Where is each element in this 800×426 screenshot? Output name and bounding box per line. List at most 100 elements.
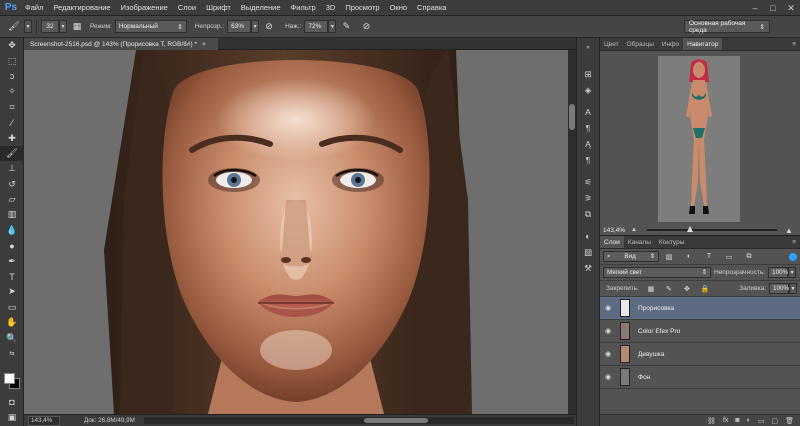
clone-source-icon[interactable]: ⧉ bbox=[577, 206, 599, 222]
flow-field[interactable]: 72% bbox=[304, 20, 329, 33]
paragraph-styles-icon[interactable]: ¶ bbox=[577, 152, 599, 168]
layer-row[interactable]: ◉ Color Efex Pro bbox=[600, 320, 800, 343]
paragraph-panel-icon[interactable]: ¶ bbox=[577, 120, 599, 136]
fill-field[interactable]: 100% bbox=[769, 283, 789, 294]
menu-item[interactable]: Выделение bbox=[236, 3, 286, 12]
styles-panel-icon[interactable]: ▨ bbox=[577, 244, 599, 260]
brush-presets-icon[interactable]: ⚞ bbox=[577, 190, 599, 206]
menu-item[interactable]: Просмотр bbox=[340, 3, 384, 12]
zoom-tool-icon[interactable]: 🔍 bbox=[0, 330, 24, 345]
lock-pixels-icon[interactable]: ✎ bbox=[662, 282, 676, 296]
layer-opacity-dropdown[interactable]: ▼ bbox=[788, 267, 797, 278]
blend-mode-select[interactable]: Нормальный ⇕ bbox=[114, 20, 187, 33]
eye-icon[interactable]: ◉ bbox=[600, 350, 616, 358]
eye-icon[interactable]: ◉ bbox=[600, 304, 616, 312]
zoom-level-field[interactable]: 143,4% bbox=[28, 415, 60, 426]
swap-colors-icon[interactable]: ⇆ bbox=[0, 346, 24, 361]
panel-tab[interactable]: Инфо bbox=[658, 38, 683, 50]
lock-all-icon[interactable]: 🔒 bbox=[698, 282, 712, 296]
filter-toggle-icon[interactable] bbox=[789, 252, 797, 261]
blur-tool-icon[interactable]: 💧 bbox=[0, 223, 24, 238]
brush-tool-icon[interactable]: 🖌 bbox=[0, 145, 24, 162]
layer-row[interactable]: ◉ Фон bbox=[600, 366, 800, 389]
navigator-zoom-value[interactable]: 143,4% bbox=[603, 227, 631, 234]
flow-dropdown[interactable]: ▼ bbox=[328, 20, 337, 33]
foreground-color-swatch[interactable] bbox=[4, 373, 15, 384]
panel-tab[interactable]: Контуры bbox=[655, 236, 689, 248]
lock-transparency-icon[interactable]: ▦ bbox=[644, 282, 658, 296]
menu-item[interactable]: Окно bbox=[385, 3, 412, 12]
adjustment-icon[interactable]: ◐ bbox=[747, 417, 751, 424]
fx-icon[interactable]: fx bbox=[723, 417, 728, 424]
fill-dropdown[interactable]: ▼ bbox=[789, 283, 797, 294]
layer-opacity-field[interactable]: 100% bbox=[768, 267, 788, 278]
lock-position-icon[interactable]: ✥ bbox=[680, 282, 694, 296]
hand-tool-icon[interactable]: ✋ bbox=[0, 315, 24, 330]
shape-tool-icon[interactable]: ▭ bbox=[0, 300, 24, 315]
menu-item[interactable]: Файл bbox=[20, 3, 48, 12]
filter-smart-object-icon[interactable]: ⧉ bbox=[742, 250, 756, 264]
color-swatches[interactable] bbox=[4, 373, 20, 389]
panel-tab[interactable]: Цвет bbox=[600, 38, 623, 50]
panel-tab[interactable]: Слои bbox=[600, 236, 624, 248]
vertical-scrollbar[interactable] bbox=[568, 50, 576, 414]
zoom-out-icon[interactable]: ▲ bbox=[631, 227, 637, 233]
screen-mode-icon[interactable]: ▣ bbox=[0, 410, 24, 425]
menu-item[interactable]: Слои bbox=[173, 3, 201, 12]
filter-shape-icon[interactable]: ▭ bbox=[722, 250, 736, 264]
eye-icon[interactable]: ◉ bbox=[600, 327, 616, 335]
healing-brush-tool-icon[interactable]: ✚ bbox=[0, 130, 24, 145]
panel-tab[interactable]: Образцы bbox=[623, 38, 658, 50]
dock-collapse-icon[interactable]: « bbox=[577, 40, 599, 56]
menu-item[interactable]: 3D bbox=[321, 3, 341, 12]
eye-icon[interactable]: ◉ bbox=[600, 373, 616, 381]
panel-menu-icon[interactable]: ≡ bbox=[788, 236, 800, 248]
vertical-scroll-thumb[interactable] bbox=[569, 104, 575, 130]
panel-tab[interactable]: Навигатор bbox=[683, 38, 723, 50]
navigator-zoom-slider[interactable] bbox=[646, 226, 777, 232]
character-panel-icon[interactable]: A bbox=[577, 104, 599, 120]
maximize-button[interactable]: □ bbox=[764, 0, 782, 16]
opacity-dropdown[interactable]: ▼ bbox=[251, 20, 260, 33]
menu-item[interactable]: Изображение bbox=[116, 3, 173, 12]
brush-panel-toggle-icon[interactable]: ▦ bbox=[70, 20, 84, 34]
type-tool-icon[interactable]: T bbox=[0, 269, 24, 284]
canvas[interactable] bbox=[24, 50, 568, 414]
crop-tool-icon[interactable]: ⌗ bbox=[0, 100, 24, 115]
minimize-button[interactable]: – bbox=[746, 0, 764, 16]
tool-preset-dropdown[interactable]: ▼ bbox=[24, 20, 32, 33]
history-brush-tool-icon[interactable]: ↺ bbox=[0, 177, 24, 192]
brush-size-dropdown[interactable]: ▼ bbox=[59, 20, 67, 33]
mask-icon[interactable]: ◙ bbox=[735, 417, 739, 424]
trash-icon[interactable]: 🗑 bbox=[785, 417, 794, 425]
menu-item[interactable]: Фильтр bbox=[286, 3, 321, 12]
brush-size-picker[interactable]: 32 bbox=[41, 20, 59, 33]
character-styles-icon[interactable]: Ą bbox=[577, 136, 599, 152]
close-button[interactable]: ✕ bbox=[782, 0, 800, 16]
quick-mask-icon[interactable]: ◘ bbox=[0, 394, 24, 409]
menu-item[interactable]: Справка bbox=[412, 3, 451, 12]
pressure-size-icon[interactable]: ⊘ bbox=[359, 20, 373, 34]
horizontal-scroll-thumb[interactable] bbox=[364, 418, 428, 423]
horizontal-scrollbar[interactable] bbox=[144, 417, 574, 424]
panel-tab[interactable]: Каналы bbox=[624, 236, 655, 248]
eraser-tool-icon[interactable]: ▱ bbox=[0, 192, 24, 207]
brush-panel-icon[interactable]: ⚟ bbox=[577, 174, 599, 190]
dodge-tool-icon[interactable]: ● bbox=[0, 238, 24, 253]
airbrush-icon[interactable]: ✎ bbox=[339, 20, 353, 34]
menu-item[interactable]: Шрифт bbox=[201, 3, 236, 12]
layer-row[interactable]: ◉ Девушка bbox=[600, 343, 800, 366]
clone-stamp-tool-icon[interactable]: ⊥ bbox=[0, 161, 24, 176]
history-panel-icon[interactable]: ⊞ bbox=[577, 66, 599, 82]
folder-icon[interactable]: ▭ bbox=[758, 417, 765, 425]
gradient-tool-icon[interactable]: ▥ bbox=[0, 207, 24, 222]
properties-panel-icon[interactable]: ⚒ bbox=[577, 260, 599, 276]
navigator-preview[interactable] bbox=[658, 56, 740, 222]
pen-tool-icon[interactable]: ✒ bbox=[0, 253, 24, 268]
move-tool-icon[interactable]: ✥ bbox=[0, 38, 24, 53]
link-icon[interactable]: ⛓ bbox=[707, 417, 716, 425]
lasso-tool-icon[interactable]: ↄ bbox=[0, 69, 24, 84]
marquee-tool-icon[interactable]: ⬚ bbox=[0, 53, 24, 68]
eyedropper-tool-icon[interactable]: ⁄ bbox=[0, 115, 24, 130]
layer-row[interactable]: ◉ Прорисовка bbox=[600, 297, 800, 320]
